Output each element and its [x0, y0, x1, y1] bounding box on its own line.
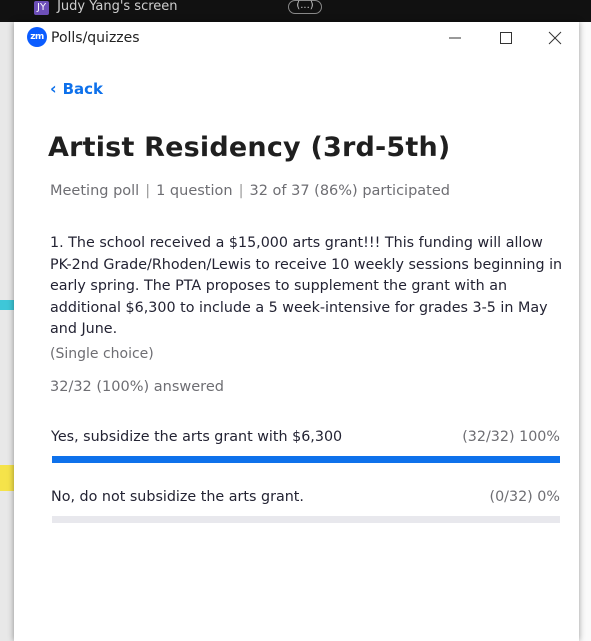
close-button[interactable]	[535, 24, 575, 52]
background-window-edge	[0, 22, 14, 641]
maximize-icon	[500, 32, 512, 44]
close-icon	[548, 31, 562, 45]
option-result: (32/32) 100%	[462, 429, 560, 445]
bg-accent-mark	[0, 300, 14, 310]
screen-share-bar: JY Judy Yang's screen (...)	[0, 0, 591, 22]
option-result: (0/32) 0%	[489, 489, 561, 505]
sharer-name: Judy Yang's screen	[57, 0, 178, 14]
poll-meta: Meeting poll | 1 question | 32 of 37 (86%) p…	[50, 183, 450, 199]
minimize-icon	[449, 37, 461, 39]
meta-separator: |	[238, 183, 244, 199]
option-label: No, do not subsidize the arts grant.	[51, 489, 304, 505]
poll-title: Artist Residency (3rd-5th)	[48, 132, 451, 163]
option-label: Yes, subsidize the arts grant with $6,30…	[51, 429, 343, 445]
back-button[interactable]: ‹ Back	[50, 80, 103, 98]
chevron-left-icon: ‹	[50, 79, 57, 98]
answered-count: 32/32 (100%) answered	[50, 379, 224, 395]
maximize-button[interactable]	[486, 24, 526, 52]
polls-window: zm Polls/quizzes ‹ Back Artist Residency…	[14, 22, 579, 641]
bg-accent-mark	[0, 465, 14, 491]
minimize-button[interactable]	[435, 24, 475, 52]
meta-separator: |	[145, 183, 151, 199]
result-bar-track	[52, 516, 560, 523]
result-bar-track	[52, 456, 560, 463]
zoom-logo-icon: zm	[27, 27, 47, 47]
result-bar-fill	[52, 456, 560, 463]
title-bar: zm Polls/quizzes	[14, 22, 579, 54]
background-window-edge-right	[579, 22, 591, 641]
question-text: 1. The school received a $15,000 arts gr…	[50, 235, 563, 337]
poll-participation: 32 of 37 (86%) participated	[249, 183, 450, 199]
sharer-avatar: JY	[34, 1, 50, 15]
poll-question-count: 1 question	[156, 183, 233, 199]
window-title: Polls/quizzes	[51, 30, 140, 46]
more-options-button[interactable]: (...)	[288, 0, 322, 14]
question-type: (Single choice)	[50, 346, 154, 362]
poll-type: Meeting poll	[50, 183, 140, 199]
screen-share-label: JY Judy Yang's screen	[34, 0, 178, 15]
back-label: Back	[62, 80, 104, 98]
